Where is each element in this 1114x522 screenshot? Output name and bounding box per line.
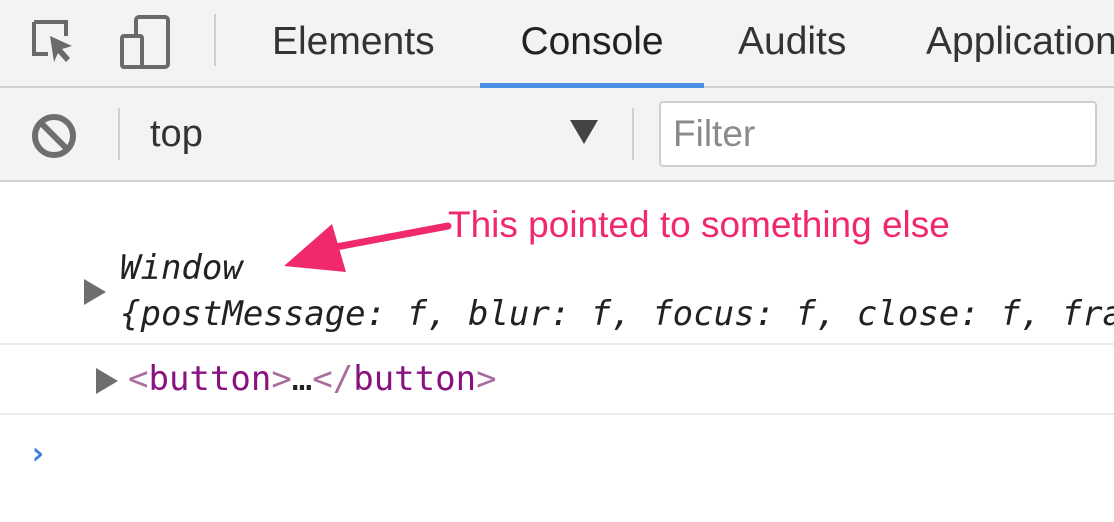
expand-arrow-icon[interactable] xyxy=(84,279,106,305)
dropdown-arrow-icon xyxy=(570,120,598,144)
context-selector-value: top xyxy=(150,113,203,155)
device-toolbar-button[interactable] xyxy=(118,14,174,70)
tab-audits[interactable]: Audits xyxy=(738,0,846,86)
toolbar-divider xyxy=(632,108,634,160)
devtools-tab-bar: Elements Console Audits Application xyxy=(0,0,1114,88)
tag-name: button xyxy=(148,359,272,399)
tab-bar-divider xyxy=(214,14,216,66)
clear-console-icon[interactable] xyxy=(30,112,78,160)
annotation-arrow-icon xyxy=(284,222,452,272)
inspect-element-button[interactable] xyxy=(26,14,82,70)
object-name[interactable]: Window xyxy=(120,248,243,288)
devtools-window: Elements Console Audits Application top … xyxy=(0,0,1114,522)
tag-bracket: < xyxy=(128,359,149,399)
object-preview[interactable]: {postMessage: f, blur: f, focus: f, clos… xyxy=(120,294,1114,334)
tab-console[interactable]: Console xyxy=(480,0,704,86)
context-selector[interactable]: top xyxy=(134,102,614,166)
toolbar-divider xyxy=(118,108,120,160)
tag-name: button xyxy=(353,359,477,399)
tag-bracket: > xyxy=(271,359,292,399)
filter-input[interactable] xyxy=(659,101,1097,167)
element-preview[interactable]: <button>…</button> xyxy=(128,359,497,399)
console-prompt[interactable]: › xyxy=(28,434,47,472)
device-toolbar-icon xyxy=(120,15,170,69)
tag-ellipsis: … xyxy=(291,359,313,399)
console-toolbar: top xyxy=(0,88,1114,182)
tag-bracket: > xyxy=(476,359,497,399)
tag-bracket: </ xyxy=(312,359,354,399)
expand-arrow-icon[interactable] xyxy=(96,368,118,394)
console-message: <button>…</button> xyxy=(0,345,1114,415)
annotation-text: This pointed to something else xyxy=(448,204,950,245)
tab-application[interactable]: Application xyxy=(926,0,1114,86)
inspect-element-icon xyxy=(32,20,72,62)
tab-elements[interactable]: Elements xyxy=(272,0,435,86)
